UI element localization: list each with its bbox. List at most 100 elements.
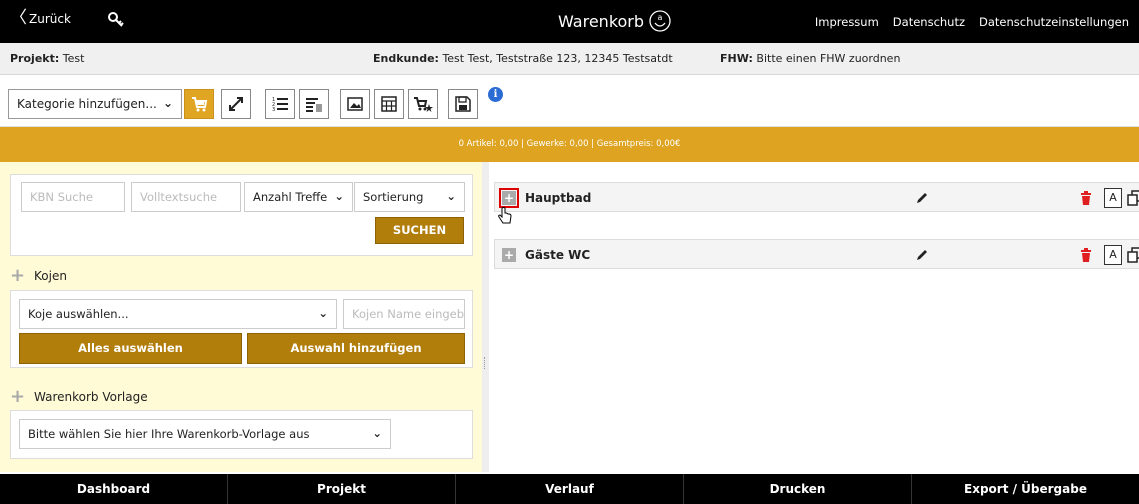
vorlage-heading: Warenkorb Vorlage — [34, 390, 148, 404]
a-box-button[interactable]: A — [1104, 245, 1122, 265]
fulltext-search-placeholder: Volltextsuche — [140, 190, 218, 204]
customer-value: Test Test, Teststraße 123, 12345 Testsat… — [442, 52, 673, 65]
hand-cursor-icon — [498, 207, 512, 224]
back-label: Zurück — [29, 12, 71, 26]
customer-label: Endkunde: — [373, 52, 439, 65]
top-bar: 〈 Zurück Warenkorb a Impressum Datenschu… — [0, 0, 1139, 43]
link-datenschutz[interactable]: Datenschutz — [893, 15, 965, 29]
kbn-search-input[interactable]: KBN Suche — [21, 182, 125, 212]
room-row: + Gäste WC A — [494, 239, 1139, 269]
vorlage-box: Bitte wählen Sie hier Ihre Warenkorb-Vor… — [10, 410, 473, 459]
trash-icon[interactable] — [1080, 191, 1092, 205]
image-icon — [347, 97, 363, 111]
project-info: Projekt: Test — [10, 52, 84, 65]
list-delete-button[interactable] — [299, 89, 329, 119]
expand-icon — [229, 97, 243, 111]
link-datenschutzeinstellungen[interactable]: Datenschutzeinstellungen — [979, 15, 1129, 29]
logo-icon: a — [649, 10, 671, 32]
room-title: Hauptbad — [525, 191, 592, 205]
right-panel: + Hauptbad A + Gäste WC A — [489, 162, 1139, 472]
cart-favorite-button[interactable] — [408, 89, 438, 119]
nav-dashboard[interactable]: Dashboard — [0, 474, 228, 504]
koje-select[interactable]: Koje auswählen... ⌄ — [19, 299, 337, 329]
fhw-info: FHW: Bitte einen FHW zuordnen — [720, 52, 900, 65]
hits-select-value: Anzahl Treffe — [253, 190, 328, 204]
customer-info: Endkunde: Test Test, Teststraße 123, 123… — [373, 52, 673, 65]
room-row: + Hauptbad A — [494, 182, 1139, 212]
numbered-list-button[interactable]: 123 — [265, 89, 295, 119]
cart-icon — [192, 97, 208, 112]
hits-select[interactable]: Anzahl Treffe ⌄ — [244, 182, 353, 212]
kojen-heading: Kojen — [34, 269, 67, 283]
sort-select-value: Sortierung — [363, 190, 424, 204]
nav-export[interactable]: Export / Übergabe — [912, 474, 1139, 504]
koje-name-placeholder: Kojen Name eingeb... — [352, 307, 465, 321]
expand-plus-icon[interactable]: + — [499, 188, 519, 208]
project-value: Test — [62, 52, 85, 65]
key-icon[interactable] — [108, 12, 124, 31]
svg-text:a: a — [658, 13, 663, 22]
nav-verlauf[interactable]: Verlauf — [456, 474, 684, 504]
a-box-button[interactable]: A — [1104, 188, 1122, 208]
kojen-box: Koje auswählen... ⌄ Kojen Name eingeb...… — [10, 290, 473, 368]
bottom-nav: Dashboard Projekt Verlauf Drucken Export… — [0, 474, 1139, 504]
info-icon[interactable]: i — [488, 87, 503, 102]
category-select[interactable]: Kategorie hinzufügen... ⌄ — [8, 89, 182, 119]
panel-splitter[interactable] — [482, 162, 489, 472]
drag-handle-icon[interactable] — [484, 357, 487, 369]
vorlage-select[interactable]: Bitte wählen Sie hier Ihre Warenkorb-Vor… — [19, 419, 391, 449]
list-delete-icon — [306, 98, 322, 112]
chevron-down-icon: ⌄ — [372, 426, 382, 440]
nav-projekt[interactable]: Projekt — [228, 474, 456, 504]
room-title: Gäste WC — [525, 248, 591, 262]
koje-select-value: Koje auswählen... — [28, 307, 129, 321]
project-label: Projekt: — [10, 52, 60, 65]
chevron-down-icon: ⌄ — [446, 189, 456, 203]
search-box: KBN Suche Volltextsuche Anzahl Treffe ⌄ … — [10, 174, 473, 256]
add-selection-button[interactable]: Auswahl hinzufügen — [247, 333, 465, 364]
cart-button[interactable] — [184, 89, 214, 119]
expand-button[interactable] — [221, 89, 251, 119]
project-info-bar: Projekt: Test Endkunde: Test Test, Tests… — [0, 43, 1139, 75]
vorlage-select-value: Bitte wählen Sie hier Ihre Warenkorb-Vor… — [28, 427, 310, 441]
left-panel: KBN Suche Volltextsuche Anzahl Treffe ⌄ … — [0, 162, 483, 472]
chevron-down-icon: ⌄ — [162, 96, 173, 110]
pencil-icon[interactable] — [915, 191, 929, 205]
toolbar: Kategorie hinzufügen... ⌄ 123 i — [0, 76, 1139, 127]
koje-name-input[interactable]: Kojen Name eingeb... — [343, 299, 465, 329]
kbn-search-placeholder: KBN Suche — [30, 190, 93, 204]
image-button[interactable] — [340, 89, 370, 119]
chevron-down-icon: ⌄ — [334, 189, 344, 203]
calculator-icon — [381, 96, 397, 112]
summary-bar: 0 Artikel: 0,00 | Gewerke: 0,00 | Gesamt… — [0, 127, 1139, 162]
summary-text: 0 Artikel: 0,00 | Gewerke: 0,00 | Gesamt… — [458, 139, 681, 149]
calculator-button[interactable] — [374, 89, 404, 119]
trash-icon[interactable] — [1080, 248, 1092, 262]
page-title: Warenkorb a — [558, 10, 671, 32]
page-title-text: Warenkorb — [558, 11, 645, 31]
copy-icon[interactable] — [1127, 247, 1139, 263]
select-all-button[interactable]: Alles auswählen — [19, 333, 242, 364]
back-button[interactable]: 〈 Zurück — [10, 10, 71, 27]
expand-plus-icon[interactable]: + — [502, 248, 516, 262]
vorlage-header[interactable]: + Warenkorb Vorlage — [10, 386, 148, 407]
search-button[interactable]: SUCHEN — [375, 217, 464, 244]
numbered-list-icon: 123 — [272, 97, 288, 113]
top-links: Impressum Datenschutz Datenschutzeinstel… — [815, 15, 1129, 29]
svg-text:3: 3 — [272, 107, 275, 113]
nav-drucken[interactable]: Drucken — [684, 474, 912, 504]
copy-icon[interactable] — [1127, 190, 1139, 206]
link-impressum[interactable]: Impressum — [815, 15, 879, 29]
save-button[interactable] — [448, 89, 478, 119]
fhw-value: Bitte einen FHW zuordnen — [756, 52, 901, 65]
fulltext-search-input[interactable]: Volltextsuche — [131, 182, 241, 212]
plus-icon: + — [10, 386, 26, 407]
save-icon — [455, 96, 471, 112]
chevron-down-icon: ⌄ — [318, 306, 328, 320]
kojen-header[interactable]: + Kojen — [10, 265, 67, 286]
category-select-value: Kategorie hinzufügen... — [17, 97, 157, 111]
plus-icon: + — [10, 265, 26, 286]
cart-star-icon — [414, 97, 433, 112]
pencil-icon[interactable] — [915, 248, 929, 262]
sort-select[interactable]: Sortierung ⌄ — [354, 182, 465, 212]
